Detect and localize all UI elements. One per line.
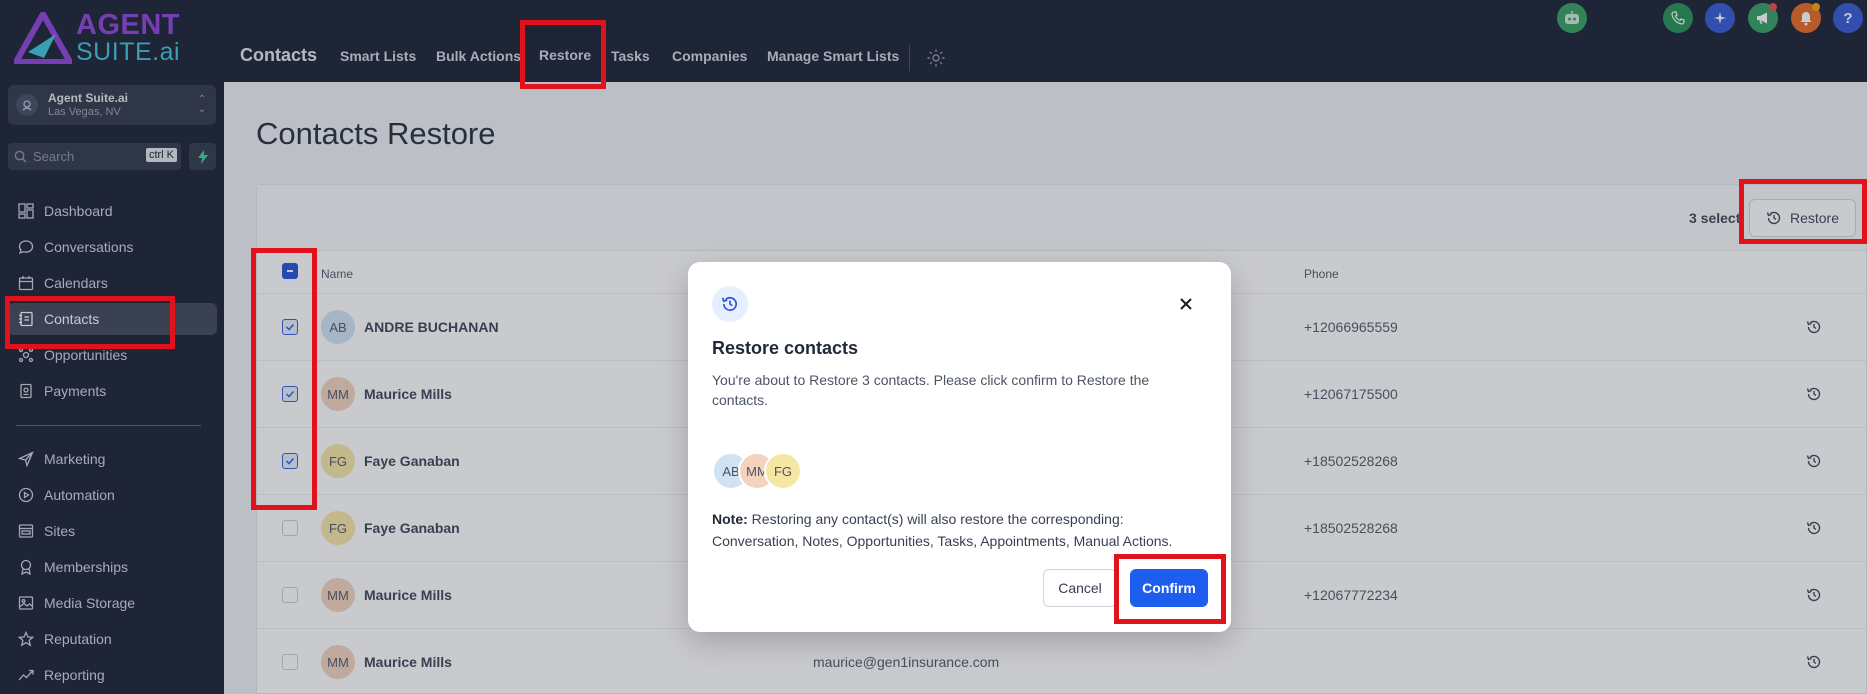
note-label: Note: [712, 511, 748, 527]
highlight-box-restore-tab [520, 20, 606, 89]
highlight-box-checkboxes [251, 248, 317, 510]
highlight-box-restore-button [1739, 179, 1867, 244]
modal-title: Restore contacts [712, 338, 859, 358]
highlight-box-contacts [5, 296, 175, 349]
cancel-button[interactable]: Cancel [1043, 569, 1117, 607]
modal-description: You're about to Restore 3 contacts. Plea… [712, 372, 1150, 408]
note-text: Restoring any contact(s) will also resto… [712, 511, 1173, 549]
modal-note: Note: Restoring any contact(s) will also… [712, 508, 1182, 552]
avatar: FG [764, 452, 802, 490]
restore-icon [712, 286, 748, 322]
highlight-box-confirm [1114, 554, 1226, 624]
close-icon[interactable] [1178, 296, 1194, 312]
selected-avatars: AB MM FG [712, 452, 802, 490]
